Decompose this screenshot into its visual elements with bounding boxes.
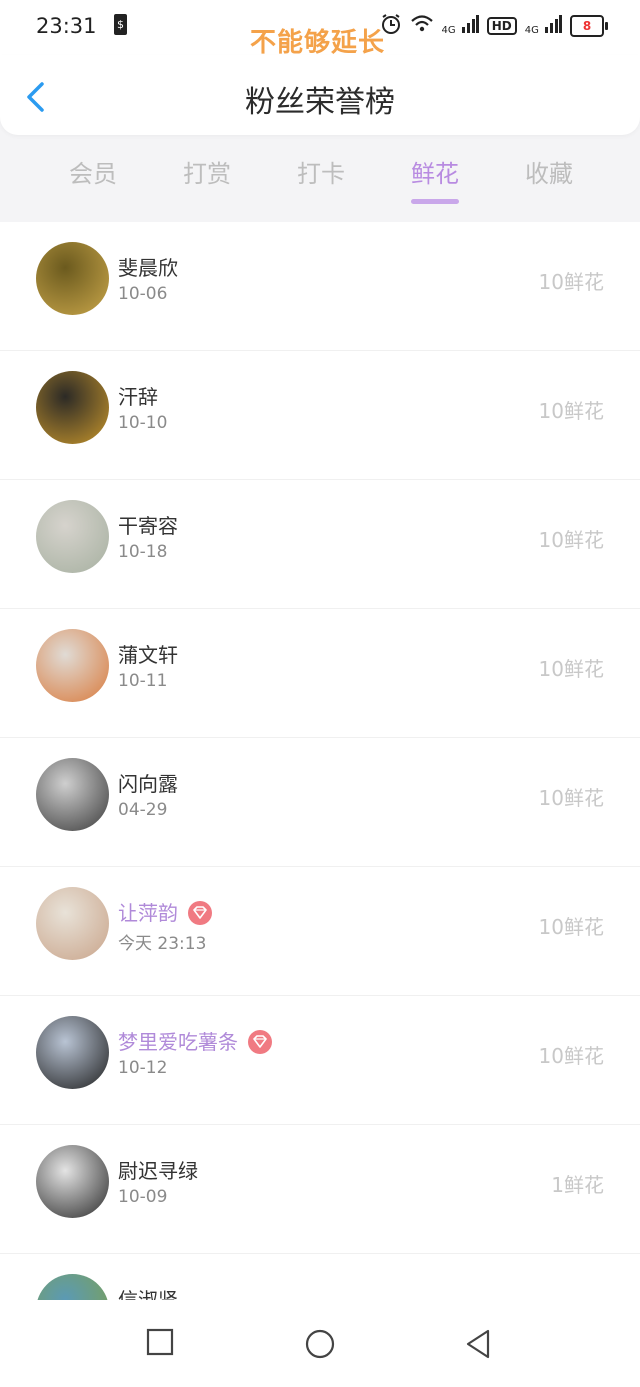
avatar[interactable] bbox=[36, 500, 109, 573]
fan-name-wrap: 蒲文轩 bbox=[118, 639, 178, 668]
fan-date: 10-09 bbox=[118, 1187, 168, 1207]
flower-amount: 10鲜花 bbox=[538, 528, 604, 552]
page-header: 粉丝荣誉榜 bbox=[0, 55, 640, 135]
fan-row[interactable]: 梦里爱吃薯条 10-12 10鲜花 bbox=[0, 996, 640, 1125]
tab-label: 打卡 bbox=[297, 160, 345, 188]
fan-row[interactable]: 斐晨欣 10-06 10鲜花 bbox=[0, 222, 640, 351]
tab-2[interactable]: 打卡 bbox=[264, 150, 378, 206]
tab-1[interactable]: 打赏 bbox=[150, 150, 264, 206]
flower-amount: 10鲜花 bbox=[538, 915, 604, 939]
square-icon bbox=[146, 1328, 174, 1356]
fan-name: 梦里爱吃薯条 bbox=[118, 1030, 238, 1054]
status-time: 23:31 bbox=[36, 14, 97, 38]
fan-name-wrap: 干寄容 bbox=[118, 510, 178, 539]
fan-row[interactable]: 蒲文轩 10-11 10鲜花 bbox=[0, 609, 640, 738]
page-title: 粉丝荣誉榜 bbox=[245, 85, 395, 120]
tab-label: 鲜花 bbox=[411, 160, 459, 188]
fan-name: 斐晨欣 bbox=[118, 256, 178, 280]
fan-name-wrap: 让萍韵 bbox=[118, 897, 212, 927]
fan-name: 让萍韵 bbox=[118, 901, 178, 925]
fan-name-wrap: 梦里爱吃薯条 bbox=[118, 1026, 272, 1056]
fan-name-wrap: 闪向露 bbox=[118, 768, 178, 797]
fan-date: 10-18 bbox=[118, 542, 168, 562]
fan-name-wrap: 汗辞 bbox=[118, 381, 158, 410]
recent-apps-button[interactable] bbox=[146, 1328, 174, 1360]
fan-row[interactable]: 汗辞 10-10 10鲜花 bbox=[0, 351, 640, 480]
alarm-icon bbox=[380, 13, 402, 39]
fan-name: 蒲文轩 bbox=[118, 643, 178, 667]
fan-date: 04-29 bbox=[118, 800, 168, 820]
home-button[interactable] bbox=[304, 1328, 336, 1364]
active-tab-indicator bbox=[411, 199, 459, 204]
avatar[interactable] bbox=[36, 371, 109, 444]
fan-row[interactable]: 干寄容 10-18 10鲜花 bbox=[0, 480, 640, 609]
status-icons: 4G HD 4G 8 bbox=[380, 13, 608, 39]
diamond-icon bbox=[248, 1029, 272, 1054]
status-bar: 23:31 $ 不能够延长 4G HD 4G 8 bbox=[0, 0, 640, 58]
fan-list: 斐晨欣 10-06 10鲜花 汗辞 10-10 10鲜花 干寄容 10-18 10鲜花 蒲文轩 10… bbox=[0, 222, 640, 1300]
fan-date: 10-11 bbox=[118, 671, 168, 691]
flower-amount: 10鲜花 bbox=[538, 399, 604, 423]
signal-icon-1: 4G bbox=[442, 15, 479, 37]
avatar[interactable] bbox=[36, 758, 109, 831]
avatar[interactable] bbox=[36, 1274, 109, 1300]
flower-amount: 1鲜花 bbox=[551, 1173, 604, 1197]
fan-name: 汗辞 bbox=[118, 385, 158, 409]
fan-name-wrap: 信淑贤 bbox=[118, 1284, 178, 1300]
fan-name: 尉迟寻绿 bbox=[118, 1159, 198, 1183]
avatar[interactable] bbox=[36, 1145, 109, 1218]
flower-amount: 10鲜花 bbox=[538, 1044, 604, 1068]
flower-amount: 10鲜花 bbox=[538, 657, 604, 681]
fan-row[interactable]: 信淑贤1鲜花 bbox=[0, 1254, 640, 1300]
tab-label: 收藏 bbox=[525, 160, 573, 188]
fan-row[interactable]: 尉迟寻绿 10-09 1鲜花 bbox=[0, 1125, 640, 1254]
fan-date: 今天 23:13 bbox=[118, 934, 207, 954]
tab-label: 打赏 bbox=[183, 160, 231, 188]
tab-3[interactable]: 鲜花 bbox=[378, 150, 492, 206]
fan-name-wrap: 斐晨欣 bbox=[118, 252, 178, 281]
avatar[interactable] bbox=[36, 242, 109, 315]
wifi-icon bbox=[410, 14, 434, 38]
tab-4[interactable]: 收藏 bbox=[492, 150, 606, 206]
avatar[interactable] bbox=[36, 887, 109, 960]
tab-label: 会员 bbox=[69, 160, 117, 188]
sim-icon: $ bbox=[114, 14, 127, 35]
status-banner: 不能够延长 bbox=[250, 28, 386, 58]
system-nav-bar bbox=[0, 1300, 640, 1387]
circle-icon bbox=[305, 1329, 335, 1359]
tab-bar: 会员 打赏 打卡 鲜花 收藏 bbox=[36, 150, 606, 206]
fan-name: 干寄容 bbox=[118, 514, 178, 538]
fan-date: 10-12 bbox=[118, 1058, 168, 1078]
fan-name-wrap: 尉迟寻绿 bbox=[118, 1155, 198, 1184]
back-nav-button[interactable] bbox=[464, 1328, 492, 1364]
tab-0[interactable]: 会员 bbox=[36, 150, 150, 206]
triangle-back-icon bbox=[466, 1329, 490, 1359]
diamond-icon bbox=[188, 900, 212, 925]
fan-date: 10-10 bbox=[118, 413, 168, 433]
hd-icon: HD bbox=[486, 17, 517, 35]
fan-name: 信淑贤 bbox=[118, 1288, 178, 1300]
flower-amount: 10鲜花 bbox=[538, 786, 604, 810]
fan-name: 闪向露 bbox=[118, 772, 178, 796]
fan-row[interactable]: 闪向露 04-29 10鲜花 bbox=[0, 738, 640, 867]
avatar[interactable] bbox=[36, 1016, 109, 1089]
flower-amount: 10鲜花 bbox=[538, 270, 604, 294]
battery-icon: 8 bbox=[570, 15, 608, 37]
signal-icon-2: 4G bbox=[525, 15, 562, 37]
fan-row[interactable]: 让萍韵今天 23:13 10鲜花 bbox=[0, 867, 640, 996]
avatar[interactable] bbox=[36, 629, 109, 702]
fan-date: 10-06 bbox=[118, 284, 168, 304]
